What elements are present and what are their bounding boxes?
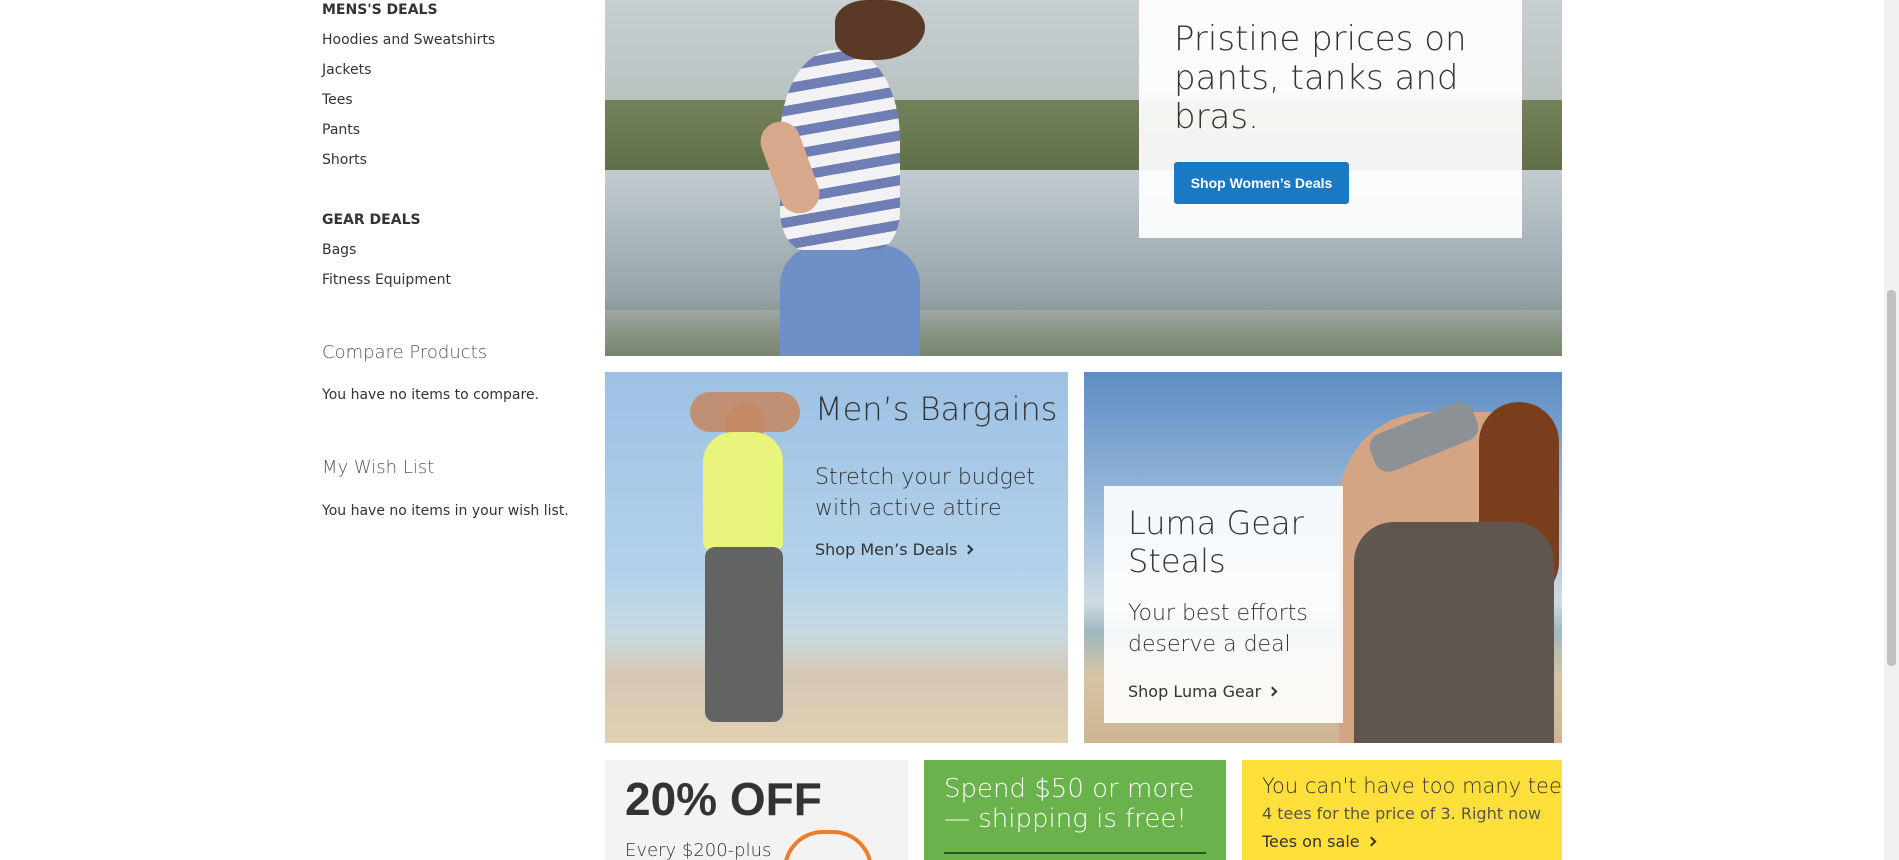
shop-luma-gear-link[interactable]: Shop Luma Gear	[1128, 682, 1278, 701]
scrollbar-thumb[interactable]	[1887, 290, 1896, 666]
chevron-right-icon	[963, 544, 974, 555]
womens-deals-banner: Pristine prices on pants, tanks and bras…	[605, 0, 1562, 356]
sidebar-link-hoodies[interactable]: Hoodies and Sweatshirts	[322, 32, 495, 48]
mens-deals-heading: MENS'S DEALS	[322, 2, 438, 18]
gear-banner-subtitle: Your best efforts deserve a deal	[1128, 601, 1308, 657]
sidebar-link-jackets[interactable]: Jackets	[322, 62, 371, 78]
discount-title: 20% OFF	[625, 773, 822, 825]
gear-deals-heading: GEAR DEALS	[322, 212, 421, 228]
discount-tile[interactable]: 20% OFF Every $200-plus	[605, 760, 908, 860]
sidebar-link-pants[interactable]: Pants	[322, 122, 360, 138]
hero-grass	[605, 296, 1562, 356]
mens-banner-subtitle: Stretch your budget with active attire	[815, 465, 1036, 521]
man-pants	[705, 547, 783, 722]
free-shipping-tile[interactable]: Spend $50 or more — shipping is free!	[924, 760, 1226, 860]
shop-womens-deals-button[interactable]: Shop Women’s Deals	[1174, 162, 1349, 204]
hero-promo-card: Pristine prices on pants, tanks and bras…	[1139, 0, 1522, 238]
sidebar-link-bags[interactable]: Bags	[322, 242, 356, 258]
shop-luma-gear-label: Shop Luma Gear	[1128, 682, 1262, 701]
tees-on-sale-label: Tees on sale	[1262, 832, 1360, 851]
compare-products-title: Compare Products	[322, 342, 488, 363]
tees-on-sale-link[interactable]: Tees on sale	[1262, 832, 1377, 851]
woman-sports-top	[1354, 522, 1554, 743]
compare-empty-note: You have no items to compare.	[322, 387, 540, 403]
luma-gear-banner[interactable]: Luma Gear Steals Your best efforts deser…	[1084, 372, 1562, 743]
sidebar-link-shorts[interactable]: Shorts	[322, 152, 367, 168]
tees-title: You can't have too many tees	[1262, 774, 1562, 798]
runner-hair	[835, 0, 925, 60]
chevron-right-icon	[1267, 686, 1278, 697]
mens-bargains-banner[interactable]: Men’s Bargains Stretch your budget with …	[605, 372, 1068, 743]
mens-banner-title: Men’s Bargains	[815, 390, 1058, 428]
discount-subtitle: Every $200-plus	[625, 840, 772, 860]
tees-tile[interactable]: You can't have too many tees 4 tees for …	[1242, 760, 1562, 860]
sidebar-link-fitness-equipment[interactable]: Fitness Equipment	[322, 272, 451, 288]
page-scrollbar[interactable]	[1884, 0, 1899, 860]
wishlist-title: My Wish List	[322, 457, 435, 478]
hero-title: Pristine prices on pants, tanks and bras…	[1174, 19, 1467, 137]
discount-graphic	[783, 830, 873, 860]
wishlist-empty-note: You have no items in your wish list.	[322, 503, 569, 519]
shop-mens-deals-link[interactable]: Shop Men’s Deals	[815, 540, 974, 559]
free-shipping-text: Spend $50 or more — shipping is free!	[944, 774, 1195, 834]
shop-mens-deals-label: Shop Men’s Deals	[815, 540, 958, 559]
gear-banner-title: Luma Gear Steals	[1128, 504, 1304, 580]
sidebar-link-tees[interactable]: Tees	[322, 92, 353, 108]
gear-promo-card: Luma Gear Steals Your best efforts deser…	[1104, 486, 1343, 723]
shipping-divider	[944, 852, 1206, 854]
tees-subtitle: 4 tees for the price of 3. Right now	[1262, 804, 1542, 823]
runner-legs	[780, 245, 920, 356]
chevron-right-icon	[1366, 836, 1377, 847]
man-image	[703, 432, 783, 552]
